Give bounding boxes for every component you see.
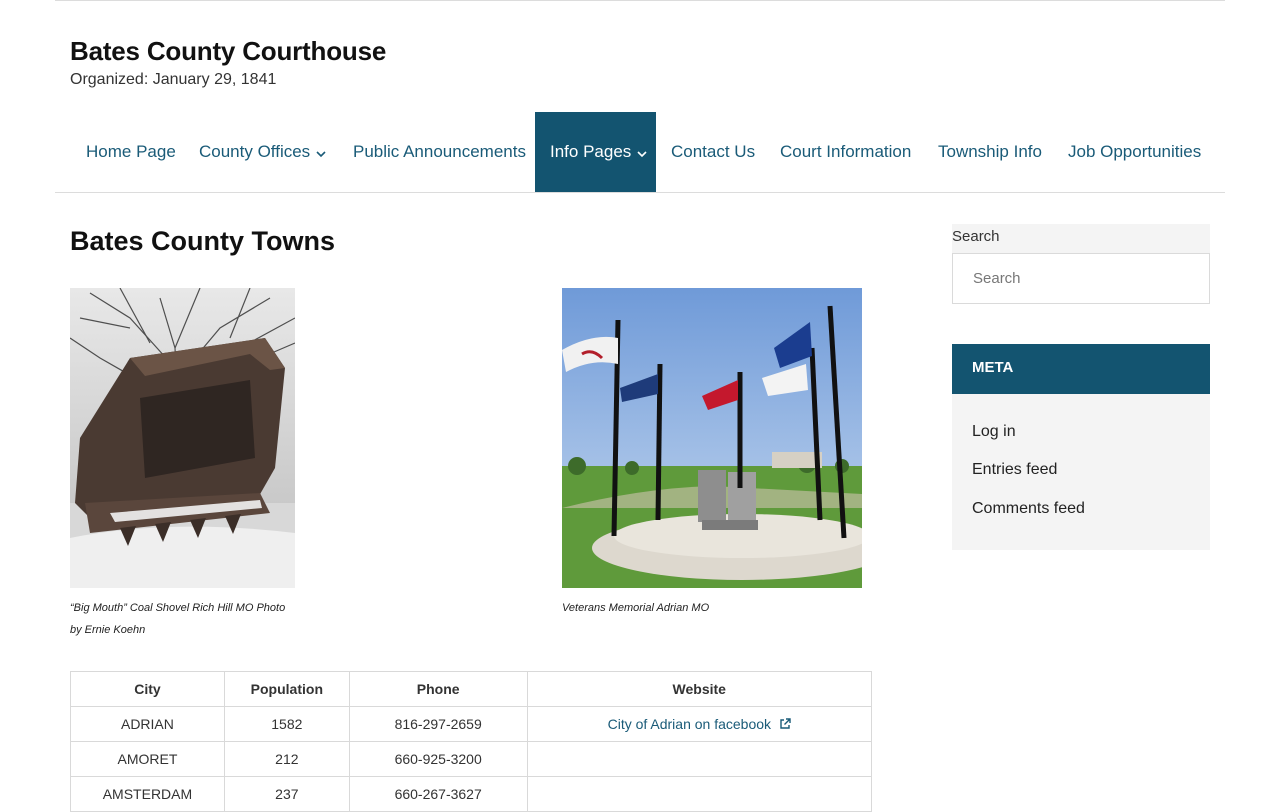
nav-info-pages[interactable]: Info Pages — [535, 112, 656, 192]
nav-public-announcements-label: Public Announcements — [353, 142, 526, 161]
nav-contact-us-label: Contact Us — [671, 142, 756, 161]
external-link-icon — [779, 717, 791, 733]
nav-job-opportunities[interactable]: Job Opportunities — [1053, 112, 1216, 192]
adrian-facebook-link[interactable]: City of Adrian on facebook — [608, 716, 791, 732]
cell-city: AMORET — [70, 741, 225, 777]
header-phone: Phone — [348, 671, 528, 707]
nav-home-page[interactable]: Home Page — [70, 112, 192, 192]
veterans-memorial-caption: Veterans Memorial Adrian MO — [562, 597, 862, 619]
header-website: Website — [526, 671, 873, 707]
chevron-down-icon — [316, 113, 326, 193]
nav-job-opportunities-label: Job Opportunities — [1068, 142, 1202, 161]
chevron-down-icon — [637, 113, 647, 193]
main-navigation: Home Page County Offices Public Announce… — [55, 112, 1225, 193]
cell-city: ADRIAN — [70, 706, 225, 742]
coal-shovel-caption: “Big Mouth” Coal Shovel Rich Hill MO Pho… — [70, 597, 310, 641]
cell-phone: 660-267-3627 — [348, 776, 528, 812]
towns-table: City Population Phone Website ADRIAN 158… — [70, 671, 873, 812]
cell-population: 1582 — [223, 706, 350, 742]
meta-widget-title: META — [952, 344, 1210, 394]
cell-website — [526, 776, 873, 812]
coal-shovel-photo[interactable] — [70, 288, 295, 588]
nav-info-pages-label: Info Pages — [550, 142, 632, 161]
search-widget-label: Search — [952, 224, 1210, 253]
header-city: City — [70, 671, 225, 707]
meta-link-log-in[interactable]: Log in — [972, 423, 1016, 441]
site-title[interactable]: Bates County Courthouse — [70, 36, 386, 67]
site-description: Organized: January 29, 1841 — [70, 71, 277, 88]
cell-website: City of Adrian on facebook — [526, 706, 873, 742]
caption-line: Veterans Memorial Adrian MO — [562, 602, 710, 614]
meta-link-entries-feed[interactable]: Entries feed — [972, 461, 1057, 479]
header-population: Population — [223, 671, 350, 707]
cell-population: 212 — [223, 741, 350, 777]
veterans-memorial-photo[interactable] — [562, 288, 862, 588]
link-text: City of Adrian on facebook — [607, 715, 772, 732]
nav-home-page-label: Home Page — [86, 142, 176, 161]
table-row: AMSTERDAM 237 660-267-3627 — [70, 776, 873, 812]
nav-public-announcements[interactable]: Public Announcements — [338, 112, 541, 192]
cell-phone: 660-925-3200 — [348, 741, 528, 777]
cell-city: AMSTERDAM — [70, 776, 225, 812]
nav-township-info[interactable]: Township Info — [923, 112, 1057, 192]
page-title: Bates County Towns — [70, 226, 336, 256]
table-row: ADRIAN 1582 816-297-2659 City of Adrian … — [70, 706, 873, 742]
nav-county-offices[interactable]: County Offices — [184, 112, 341, 192]
meta-widget: Log in Entries feed Comments feed — [952, 394, 1210, 550]
search-input[interactable] — [952, 253, 1210, 304]
caption-line: by Ernie Koehn — [70, 624, 146, 636]
nav-county-offices-label: County Offices — [199, 142, 311, 161]
cell-website — [526, 741, 873, 777]
cell-population: 237 — [223, 776, 350, 812]
table-row: AMORET 212 660-925-3200 — [70, 741, 873, 777]
nav-court-information[interactable]: Court Information — [765, 112, 926, 192]
nav-court-information-label: Court Information — [780, 142, 912, 161]
caption-line: “Big Mouth” Coal Shovel Rich Hill MO Pho… — [70, 602, 286, 614]
nav-township-info-label: Township Info — [938, 142, 1042, 161]
meta-link-comments-feed[interactable]: Comments feed — [972, 500, 1085, 518]
cell-phone: 816-297-2659 — [348, 706, 528, 742]
top-divider — [55, 0, 1225, 1]
nav-contact-us[interactable]: Contact Us — [656, 112, 770, 192]
table-header-row: City Population Phone Website — [70, 671, 873, 707]
